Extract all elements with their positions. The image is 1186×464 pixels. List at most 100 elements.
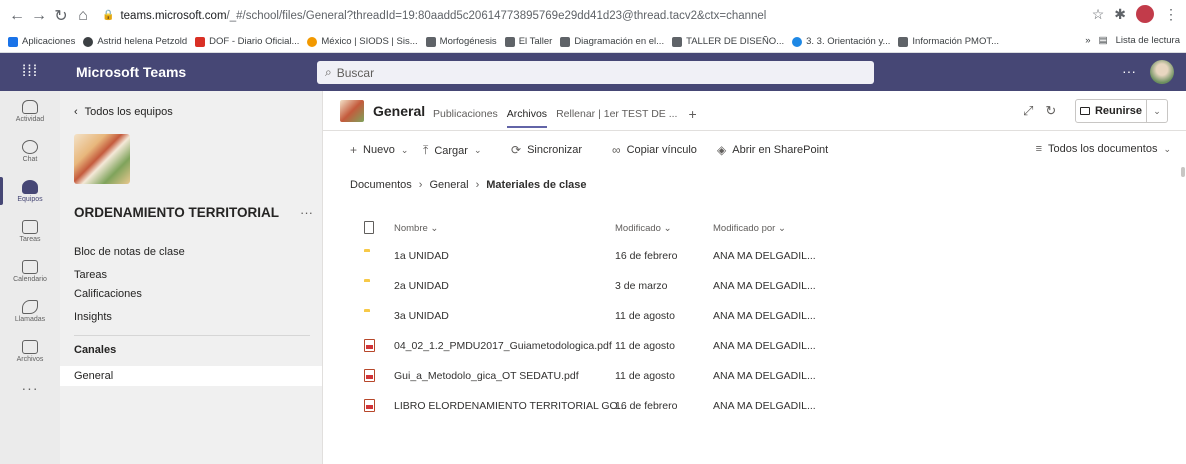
bookmark-item[interactable]: TALLER DE DISEÑO... xyxy=(672,36,784,47)
bookmark-item[interactable]: Astrid helena Petzold xyxy=(83,36,187,47)
open-in-sharepoint-button[interactable]: ◈ Abrir en SharePoint xyxy=(717,143,828,157)
team-panel: ‹ Todos los equipos ORDENAMIENTO TERRITOR… xyxy=(60,91,322,464)
column-header-modified[interactable]: Modificado ⌄ xyxy=(615,223,672,234)
bookmark-label: México | SIODS | Sis... xyxy=(321,36,418,47)
rail-item-assignments[interactable]: Tareas xyxy=(0,211,60,251)
file-modified-by: ANA MA DELGADIL... xyxy=(713,280,816,292)
tab-posts[interactable]: Publicaciones xyxy=(433,108,498,120)
user-avatar[interactable] xyxy=(1150,60,1174,84)
pdf-icon xyxy=(364,399,375,412)
team-link-class-notebook[interactable]: Bloc de notas de clase xyxy=(74,243,185,262)
home-icon[interactable]: ⌂ xyxy=(72,5,94,27)
column-label: Nombre xyxy=(394,222,428,234)
file-modified-by: ANA MA DELGADIL... xyxy=(713,310,816,322)
back-arrow-icon[interactable]: ← xyxy=(6,5,28,27)
app-launcher-icon[interactable]: ⁞⁞⁞ xyxy=(0,53,60,91)
chevron-right-icon: › xyxy=(475,179,480,191)
file-name[interactable]: 2a UNIDAD xyxy=(394,280,449,292)
table-row[interactable]: 2a UNIDAD 3 de marzo ANA MA DELGADIL... xyxy=(350,271,1170,301)
upload-button[interactable]: ⤒ Cargar ⌄ xyxy=(423,143,481,158)
upload-icon: ⤒ xyxy=(423,143,429,157)
scrollbar[interactable] xyxy=(1181,167,1185,177)
forward-arrow-icon[interactable]: → xyxy=(28,5,50,27)
more-apps-icon[interactable]: ··· xyxy=(0,371,60,405)
star-icon[interactable]: ☆ xyxy=(1092,6,1105,23)
file-type-icon[interactable] xyxy=(364,221,374,234)
meet-label: Reunirse xyxy=(1094,105,1143,117)
team-link-grades[interactable]: Calificaciones xyxy=(74,285,185,304)
back-to-all-teams-link[interactable]: ‹ Todos los equipos xyxy=(74,106,173,118)
add-tab-icon[interactable]: + xyxy=(688,106,696,122)
team-avatar xyxy=(74,134,130,184)
rail-item-files[interactable]: Archivos xyxy=(0,331,60,371)
breadcrumb-current: Materiales de clase xyxy=(486,179,587,191)
tab-forms[interactable]: Rellenar | 1er TEST DE ... xyxy=(556,108,677,120)
bookmark-label: El Taller xyxy=(518,36,553,47)
team-more-options-icon[interactable]: ··· xyxy=(300,205,313,220)
team-link-assignments[interactable]: Tareas xyxy=(74,266,185,285)
more-options-icon[interactable]: ··· xyxy=(1122,63,1136,79)
breadcrumb: Documentos › General › Materiales de cla… xyxy=(350,179,587,191)
table-row[interactable]: 3a UNIDAD 11 de agosto ANA MA DELGADIL..… xyxy=(350,301,1170,331)
lock-icon[interactable]: 🔒 xyxy=(102,10,114,21)
file-modified: 11 de agosto xyxy=(615,310,675,322)
refresh-icon[interactable]: ↻ xyxy=(1045,103,1056,119)
channel-item-general[interactable]: General xyxy=(60,366,322,386)
search-input[interactable]: ⌕ Buscar xyxy=(317,61,874,84)
bookmark-item[interactable]: Diagramación en el... xyxy=(560,36,664,47)
address-bar[interactable]: teams.microsoft.com/_#/school/files/Gene… xyxy=(120,10,766,22)
dof-icon xyxy=(195,36,206,47)
bookmark-item[interactable]: México | SIODS | Sis... xyxy=(307,36,418,47)
new-label: Nuevo xyxy=(363,144,395,156)
bookmark-item[interactable]: El Taller xyxy=(504,36,553,47)
table-row[interactable]: LIBRO ELORDENAMIENTO TERRITORIAL GO... 1… xyxy=(350,391,1170,421)
copy-link-button[interactable]: ∞ Copiar vínculo xyxy=(612,143,697,157)
expand-icon[interactable]: ⤢ xyxy=(1023,103,1033,119)
bookmark-item[interactable]: Información PMOT... xyxy=(898,36,999,47)
table-row[interactable]: 04_02_1.2_PMDU2017_Guiametodologica.pdf … xyxy=(350,331,1170,361)
reading-list-label[interactable]: Lista de lectura xyxy=(1116,35,1180,46)
file-name[interactable]: 04_02_1.2_PMDU2017_Guiametodologica.pdf xyxy=(394,340,612,352)
rail-item-teams[interactable]: Equipos xyxy=(0,171,60,211)
bookmark-item[interactable]: Aplicaciones xyxy=(8,36,75,47)
rail-item-activity[interactable]: Actividad xyxy=(0,91,60,131)
profile-avatar[interactable] xyxy=(1136,5,1154,23)
bookmark-label: DOF - Diario Oficial... xyxy=(209,36,300,47)
reading-list-icon[interactable]: ▤ xyxy=(1099,35,1108,46)
breadcrumb-general[interactable]: General xyxy=(429,179,468,191)
meet-dropdown-icon[interactable]: ⌄ xyxy=(1146,99,1168,123)
file-name[interactable]: Gui_a_Metodolo_gica_OT SEDATU.pdf xyxy=(394,370,579,382)
rail-item-chat[interactable]: Chat xyxy=(0,131,60,171)
rail-item-calendar[interactable]: Calendario xyxy=(0,251,60,291)
table-row[interactable]: Gui_a_Metodolo_gica_OT SEDATU.pdf 11 de … xyxy=(350,361,1170,391)
sync-button[interactable]: ⟳ Sincronizar xyxy=(511,143,582,157)
bookmark-item[interactable]: Morfogénesis xyxy=(425,36,497,47)
copy-link-label: Copiar vínculo xyxy=(626,144,697,156)
meet-button[interactable]: Reunirse xyxy=(1075,99,1147,123)
extensions-icon[interactable]: ✱ xyxy=(1114,6,1126,23)
site-icon xyxy=(898,36,909,47)
file-name[interactable]: 3a UNIDAD xyxy=(394,310,449,322)
bookmark-item[interactable]: DOF - Diario Oficial... xyxy=(195,36,299,47)
reload-icon[interactable]: ↻ xyxy=(50,5,72,27)
new-button[interactable]: + Nuevo ⌄ xyxy=(350,143,408,157)
table-row[interactable]: 1a UNIDAD 16 de febrero ANA MA DELGADIL.… xyxy=(350,241,1170,271)
view-selector[interactable]: ≡ Todos los documentos ⌄ xyxy=(1036,143,1171,155)
file-name[interactable]: 1a UNIDAD xyxy=(394,250,449,262)
chevron-down-icon: ⌄ xyxy=(473,145,482,155)
search-icon: ⌕ xyxy=(325,65,332,79)
bookmark-item[interactable]: 3. 3. Orientación y... xyxy=(792,36,890,47)
file-name[interactable]: LIBRO ELORDENAMIENTO TERRITORIAL GO... xyxy=(394,400,626,412)
breadcrumb-documents[interactable]: Documentos xyxy=(350,179,412,191)
rail-item-calls[interactable]: Llamadas xyxy=(0,291,60,331)
rail-label: Calendario xyxy=(13,275,47,283)
team-link-insights[interactable]: Insights xyxy=(74,308,185,327)
tab-files[interactable]: Archivos xyxy=(506,108,548,128)
column-header-modified-by[interactable]: Modificado por ⌄ xyxy=(713,223,786,234)
chrome-menu-icon[interactable]: ⋮ xyxy=(1164,6,1178,23)
site-icon xyxy=(425,36,436,47)
bookmarks-bar: Aplicaciones Astrid helena Petzold DOF -… xyxy=(0,31,1186,53)
bookmarks-overflow-button[interactable]: » xyxy=(1085,35,1090,46)
sharepoint-icon: ◈ xyxy=(717,143,727,157)
column-header-name[interactable]: Nombre ⌄ xyxy=(394,223,438,234)
